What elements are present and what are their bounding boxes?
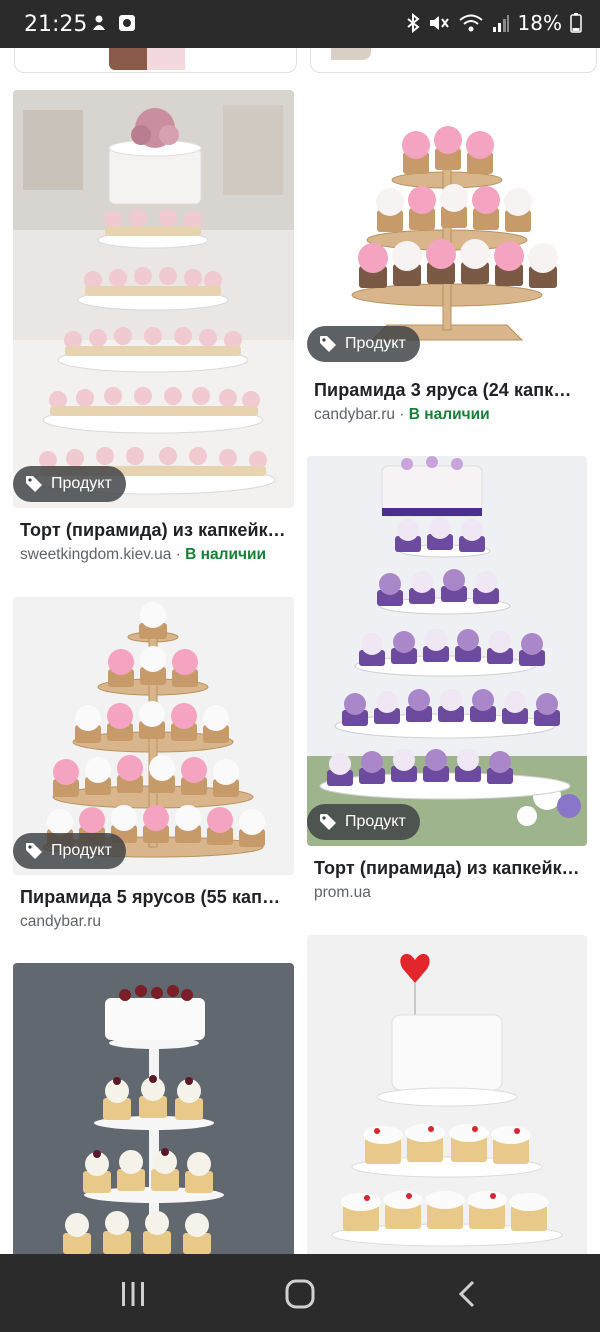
- product-badge: Продукт: [307, 804, 420, 840]
- home-icon: [285, 1279, 315, 1309]
- result-card[interactable]: Продукт Пирамида 3 яруса (24 капкейка) c…: [307, 90, 587, 430]
- result-card[interactable]: Продукт Торт (пирамида) из капкейков… pr…: [307, 456, 587, 908]
- clock: 21:25: [24, 12, 88, 37]
- home-button[interactable]: [280, 1274, 320, 1314]
- result-title[interactable]: Пирамида 5 ярусов (55 капкейков): [20, 887, 288, 908]
- result-meta: candybar.ru · В наличии: [314, 406, 490, 423]
- result-image[interactable]: [307, 935, 587, 1254]
- badge-label: Продукт: [51, 842, 112, 859]
- battery-percent: 18%: [517, 11, 562, 35]
- result-card[interactable]: Продукт Пирамида 5 ярусов (55 капкейков)…: [13, 597, 294, 937]
- badge-label: Продукт: [345, 335, 406, 352]
- status-icons: 18%: [406, 11, 582, 35]
- result-source: prom.ua: [314, 884, 371, 901]
- result-card[interactable]: [307, 935, 587, 1254]
- result-source: candybar.ru: [314, 406, 395, 423]
- result-source: sweetkingdom.kiev.ua: [20, 546, 172, 563]
- result-title[interactable]: Пирамида 3 яруса (24 капкейка): [314, 380, 580, 401]
- signal-icon: [492, 15, 509, 32]
- result-meta: sweetkingdom.kiev.ua · В наличии: [20, 546, 267, 563]
- result-meta: candybar.ru: [20, 913, 288, 931]
- stock-status: В наличии: [185, 546, 267, 563]
- recents-icon: [122, 1282, 144, 1306]
- product-badge: Продукт: [307, 326, 420, 362]
- system-navigation-bar: [0, 1254, 600, 1332]
- back-icon: [458, 1280, 475, 1308]
- status-bar: 21:25 18%: [0, 0, 600, 48]
- badge-label: Продукт: [51, 475, 112, 492]
- result-image[interactable]: [307, 456, 587, 846]
- result-title[interactable]: Торт (пирамида) из капкейков…: [314, 858, 580, 879]
- tag-icon: [320, 336, 336, 352]
- tag-icon: [26, 843, 42, 859]
- result-source: candybar.ru: [20, 913, 101, 930]
- tag-icon: [26, 476, 42, 492]
- result-image[interactable]: [13, 963, 294, 1254]
- badge-label: Продукт: [345, 813, 406, 830]
- result-card[interactable]: [13, 963, 294, 1254]
- battery-icon: [570, 13, 582, 33]
- back-button[interactable]: [448, 1274, 488, 1314]
- result-card[interactable]: Продукт Торт (пирамида) из капкейков… sw…: [13, 90, 294, 570]
- recents-button[interactable]: [113, 1274, 153, 1314]
- mute-icon: [429, 16, 449, 30]
- product-badge: Продукт: [13, 833, 126, 869]
- wifi-icon: [458, 14, 483, 32]
- user-notification-icon: [93, 15, 105, 30]
- bluetooth-icon: [406, 13, 420, 33]
- result-title[interactable]: Торт (пирамида) из капкейков…: [20, 520, 288, 541]
- result-meta: prom.ua: [314, 884, 580, 902]
- app-notification-icon: [119, 15, 135, 31]
- tag-icon: [320, 814, 336, 830]
- stock-status: В наличии: [408, 406, 490, 423]
- result-image[interactable]: [13, 90, 294, 508]
- product-badge: Продукт: [13, 466, 126, 502]
